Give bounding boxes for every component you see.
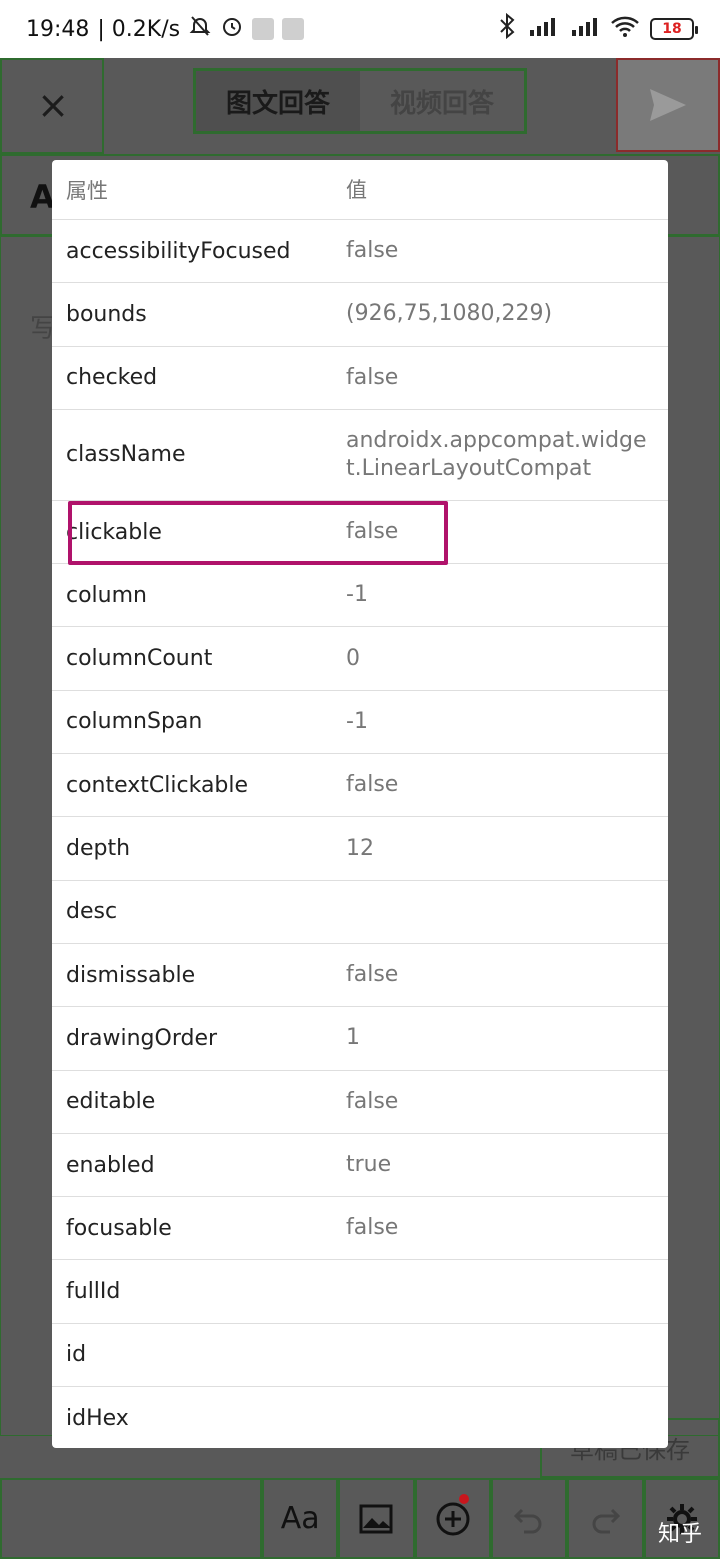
image-icon	[359, 1504, 393, 1533]
table-row[interactable]: accessibilityFocused false	[52, 220, 668, 284]
header-value: 值	[346, 177, 367, 202]
alarm-icon	[220, 14, 244, 44]
close-button[interactable]: ×	[0, 58, 104, 154]
properties-dialog: 属性 值 accessibilityFocused false bounds (92…	[52, 160, 668, 1448]
property-name: idHex	[66, 1405, 129, 1431]
answer-type-tabs: 图文回答 视频回答	[193, 68, 527, 134]
table-row[interactable]: desc	[52, 881, 668, 944]
property-name: drawingOrder	[66, 1025, 218, 1051]
property-name: clickable	[66, 519, 162, 545]
table-row[interactable]: fullId	[52, 1260, 668, 1324]
status-bar: 19:48 | 0.2K/s 18	[0, 0, 720, 58]
property-name: columnCount	[66, 646, 213, 672]
property-name: enabled	[66, 1152, 155, 1178]
table-row[interactable]: drawingOrder 1	[52, 1007, 668, 1071]
signal-hd-icon	[526, 14, 558, 44]
property-value: (926,75,1080,229)	[346, 301, 553, 327]
status-net-speed: | 0.2K/s	[97, 16, 181, 42]
red-dot-badge	[458, 1494, 469, 1504]
property-name: fullId	[66, 1279, 121, 1305]
property-name: column	[66, 582, 147, 608]
property-value: false	[346, 1088, 399, 1114]
property-name: columnSpan	[66, 709, 203, 735]
send-icon	[650, 89, 686, 121]
wifi-icon	[610, 14, 640, 44]
property-name: className	[66, 442, 186, 468]
undo-icon	[514, 1508, 542, 1533]
property-value: false	[346, 772, 399, 798]
font-icon: Aa	[280, 1501, 320, 1536]
notification-square-icon	[282, 18, 305, 40]
close-icon: ×	[37, 83, 69, 127]
table-row[interactable]: focusable false	[52, 1197, 668, 1261]
property-name: contextClickable	[66, 772, 249, 798]
table-row[interactable]: dismissable false	[52, 944, 668, 1008]
property-value: false	[346, 1215, 399, 1241]
add-icon	[436, 1502, 470, 1535]
table-row[interactable]: columnCount 0	[52, 627, 668, 691]
table-row[interactable]: className androidx.appcompat.widget.Linea…	[52, 410, 668, 501]
property-name: bounds	[66, 301, 147, 327]
zhihu-watermark: 知乎	[657, 1522, 702, 1547]
property-value: androidx.appcompat.widget.LinearLayoutCo…	[346, 427, 647, 481]
property-value: false	[346, 238, 399, 264]
table-row[interactable]: clickable false	[52, 501, 668, 565]
battery-icon: 18	[650, 18, 698, 40]
table-row[interactable]: id	[52, 1324, 668, 1388]
undo-button[interactable]	[490, 1478, 568, 1559]
notification-square-icon	[252, 18, 275, 40]
toolbar-left-area	[0, 1478, 262, 1559]
table-row[interactable]: enabled true	[52, 1134, 668, 1198]
mute-bell-icon	[188, 14, 212, 44]
property-value: -1	[346, 708, 368, 734]
property-name: dismissable	[66, 962, 196, 988]
property-value: false	[346, 519, 399, 545]
tab-video[interactable]: 视频回答	[360, 71, 524, 131]
property-name: editable	[66, 1089, 156, 1115]
property-name: depth	[66, 836, 131, 862]
property-value: -1	[346, 582, 368, 608]
signal-hd-icon	[568, 14, 600, 44]
redo-icon	[593, 1508, 621, 1533]
table-row[interactable]: column -1	[52, 564, 668, 628]
table-row[interactable]: contextClickable false	[52, 754, 668, 818]
add-button[interactable]	[414, 1478, 491, 1559]
image-button[interactable]	[338, 1478, 415, 1559]
editor-toolbar: Aa	[262, 1478, 720, 1559]
status-time: 19:48	[26, 16, 90, 42]
property-name: accessibilityFocused	[66, 238, 291, 264]
property-value: false	[346, 364, 399, 390]
font-button[interactable]: Aa	[262, 1478, 339, 1559]
header-property: 属性	[66, 178, 108, 203]
property-value: true	[346, 1152, 392, 1177]
property-value: false	[346, 962, 399, 988]
table-header: 属性 值	[52, 160, 668, 220]
table-row[interactable]: checked false	[52, 347, 668, 410]
send-button[interactable]	[616, 58, 720, 152]
property-name: focusable	[66, 1215, 172, 1241]
property-name: id	[66, 1342, 87, 1368]
tab-image-text[interactable]: 图文回答	[196, 71, 360, 131]
property-name: checked	[66, 365, 158, 391]
battery-level: 18	[662, 21, 682, 37]
table-row[interactable]: depth 12	[52, 817, 668, 881]
property-value: 12	[346, 835, 374, 861]
table-row[interactable]: bounds (926,75,1080,229)	[52, 283, 668, 347]
redo-button[interactable]	[567, 1478, 644, 1559]
property-value: 0	[346, 645, 360, 671]
bluetooth-icon	[498, 12, 516, 45]
table-row[interactable]: editable false	[52, 1071, 668, 1134]
table-row[interactable]: columnSpan -1	[52, 691, 668, 755]
table-row[interactable]: idHex	[52, 1387, 668, 1448]
property-value: 1	[346, 1025, 360, 1051]
property-name: desc	[66, 899, 118, 925]
